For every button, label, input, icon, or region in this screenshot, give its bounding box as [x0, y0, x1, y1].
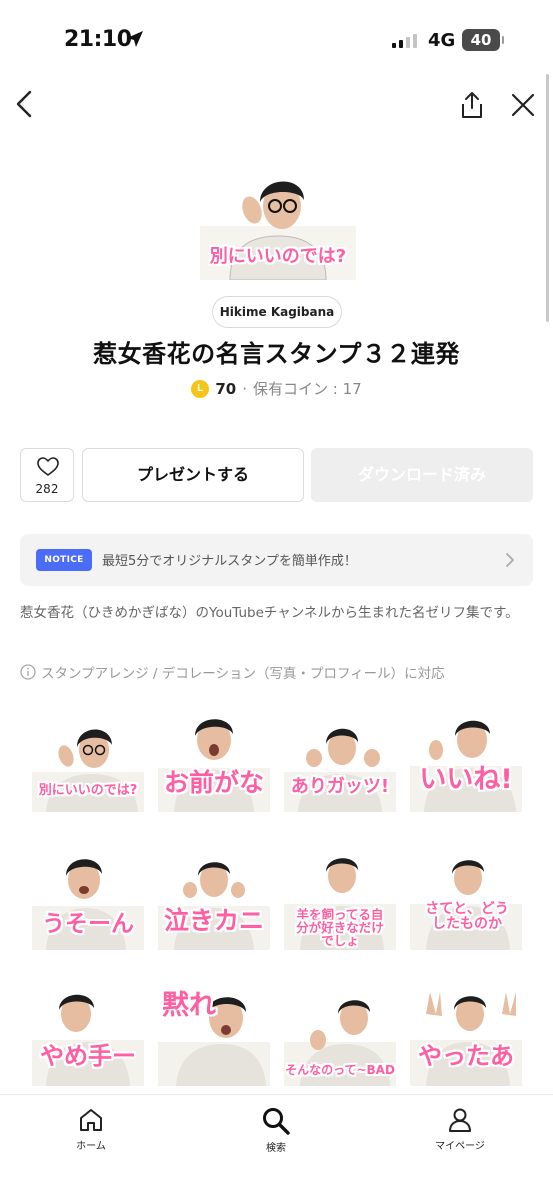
status-time: 21:10 [64, 27, 132, 52]
sticker-photo [410, 720, 522, 812]
sticker-photo [410, 992, 522, 1086]
sticker-caption: 別にいいのでは? [38, 783, 138, 798]
sticker-caption: 黙れ [162, 990, 216, 1021]
sticker-photo [158, 719, 270, 812]
sticker-caption: やめ手ー [40, 1042, 136, 1070]
sticker-item[interactable]: いいね! [410, 712, 522, 812]
status-bar: 21:10 4G 40 [0, 0, 553, 80]
like-count: 282 [35, 482, 59, 496]
sticker-item[interactable]: ありガッツ! [284, 712, 396, 812]
person-icon [449, 1108, 471, 1132]
notice-badge: NOTICE [36, 549, 92, 571]
page-title: 惹女香花の名言スタンプ３２連発 [93, 340, 460, 368]
present-button[interactable]: プレゼントする [82, 448, 304, 502]
line-coin-icon: L [191, 379, 210, 398]
arrange-note: スタンプアレンジ / デコレーション（写真・プロフィール）に対応 [20, 662, 540, 682]
sticker-photo [32, 994, 144, 1086]
sticker-caption: お前がな [163, 768, 264, 797]
sticker-photo [158, 862, 270, 950]
sticker-item[interactable]: 黙れ [158, 986, 270, 1086]
tab-home-label: ホーム [76, 1141, 106, 1152]
sticker-grid: 別にいいのでは? お前がな ありガッツ! いいね! うそーん 泣きカニ 羊を飼っ… [32, 712, 528, 1086]
heart-icon [37, 457, 59, 476]
tab-search[interactable]: 検索 [231, 1107, 321, 1154]
signal-icon [392, 32, 417, 48]
sticker-item[interactable]: やめ手ー [32, 986, 144, 1086]
sticker-caption: うそーん [42, 911, 134, 937]
tab-search-label: 検索 [266, 1143, 286, 1154]
battery-icon: 40 [462, 29, 504, 51]
owned-coins: 保有コイン : 17 [252, 380, 362, 398]
scroll-indicator [546, 74, 549, 322]
sticker-item[interactable]: 羊を飼ってる自分が好きなだけでしょ [284, 850, 396, 950]
tab-mypage[interactable]: マイページ [415, 1107, 505, 1152]
main-sticker-image: 別にいいのでは? [200, 168, 356, 281]
sticker-caption: 羊を飼ってる自分が好きなだけでしょ [296, 907, 384, 949]
author-chip[interactable]: Hikime Kagibana [212, 296, 342, 328]
home-icon [80, 1109, 102, 1131]
sticker-item[interactable]: お前がな [158, 712, 270, 812]
price-row: L 70 · 保有コイン : 17 [0, 378, 553, 399]
tab-home[interactable]: ホーム [46, 1107, 136, 1152]
share-icon[interactable] [458, 90, 486, 120]
sticker-photo [284, 728, 396, 812]
download-button: ダウンロード済み [311, 448, 533, 502]
sticker-caption: 泣きカニ [163, 906, 264, 935]
description: 惹女香花（ひきめかぎばな）のYouTubeチャンネルから生まれた名ゼリフ集です。 [20, 605, 519, 621]
bottom-tab-bar: ホーム 検索 マイページ [0, 1094, 553, 1200]
info-icon [20, 664, 36, 680]
sticker-caption: ありガッツ! [290, 776, 390, 797]
notice-banner[interactable]: NOTICE 最短5分でオリジナルスタンプを簡単作成！ [20, 534, 533, 586]
notice-text: 最短5分でオリジナルスタンプを簡単作成！ [102, 554, 357, 569]
arrange-note-text: スタンプアレンジ / デコレーション（写真・プロフィール）に対応 [41, 666, 445, 682]
sticker-caption: やったあ [418, 1042, 514, 1070]
close-icon[interactable] [510, 92, 536, 118]
price-separator: · [242, 379, 247, 398]
sticker-item[interactable]: 別にいいのでは? [32, 712, 144, 812]
sticker-item[interactable]: 泣きカニ [158, 850, 270, 950]
sticker-item[interactable]: さてと、どうしたものか [410, 850, 522, 950]
price-value: 70 [215, 379, 237, 398]
sticker-caption: いいね! [419, 764, 513, 795]
tab-mypage-label: マイページ [435, 1141, 485, 1152]
sticker-caption: そんなのって~BAD [285, 1063, 395, 1077]
location-arrow-icon [127, 31, 143, 47]
sticker-item[interactable]: そんなのって~BAD [284, 986, 396, 1086]
sticker-photo [410, 860, 522, 950]
sticker-item[interactable]: やったあ [410, 986, 522, 1086]
sticker-caption: さてと、どうしたものか [425, 901, 509, 932]
search-icon [263, 1108, 290, 1135]
hero-sticker-caption: 別にいいのでは? [209, 246, 347, 267]
back-icon[interactable] [12, 88, 40, 120]
chevron-right-icon [506, 553, 515, 567]
network-type: 4G [428, 30, 456, 51]
like-button[interactable]: 282 [20, 448, 74, 502]
sticker-item[interactable]: うそーん [32, 850, 144, 950]
